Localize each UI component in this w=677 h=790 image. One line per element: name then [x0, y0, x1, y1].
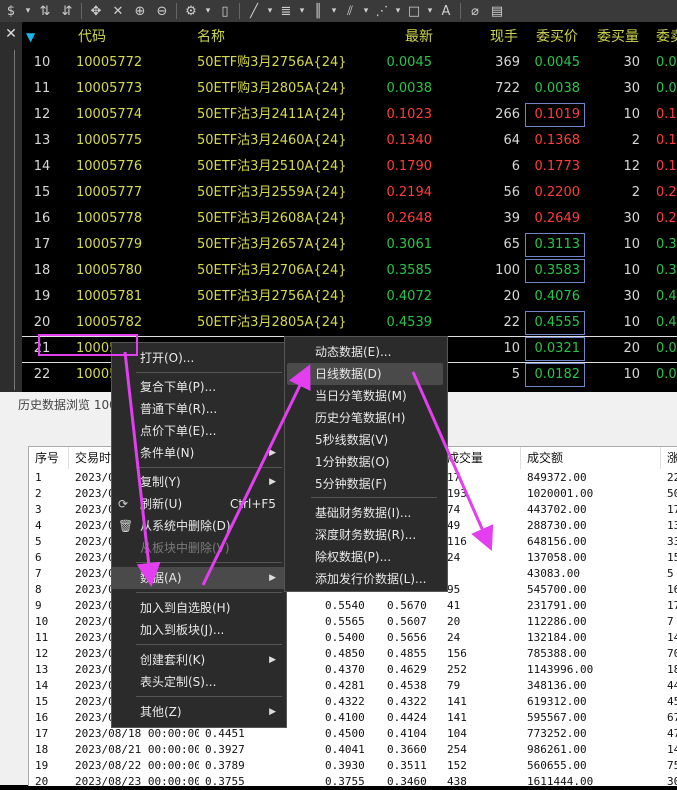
annotation-arrows — [123, 351, 494, 587]
arrow-to-daily-data — [201, 364, 311, 586]
arrow-down — [411, 371, 494, 551]
arrow-to-data-menu — [123, 351, 161, 587]
